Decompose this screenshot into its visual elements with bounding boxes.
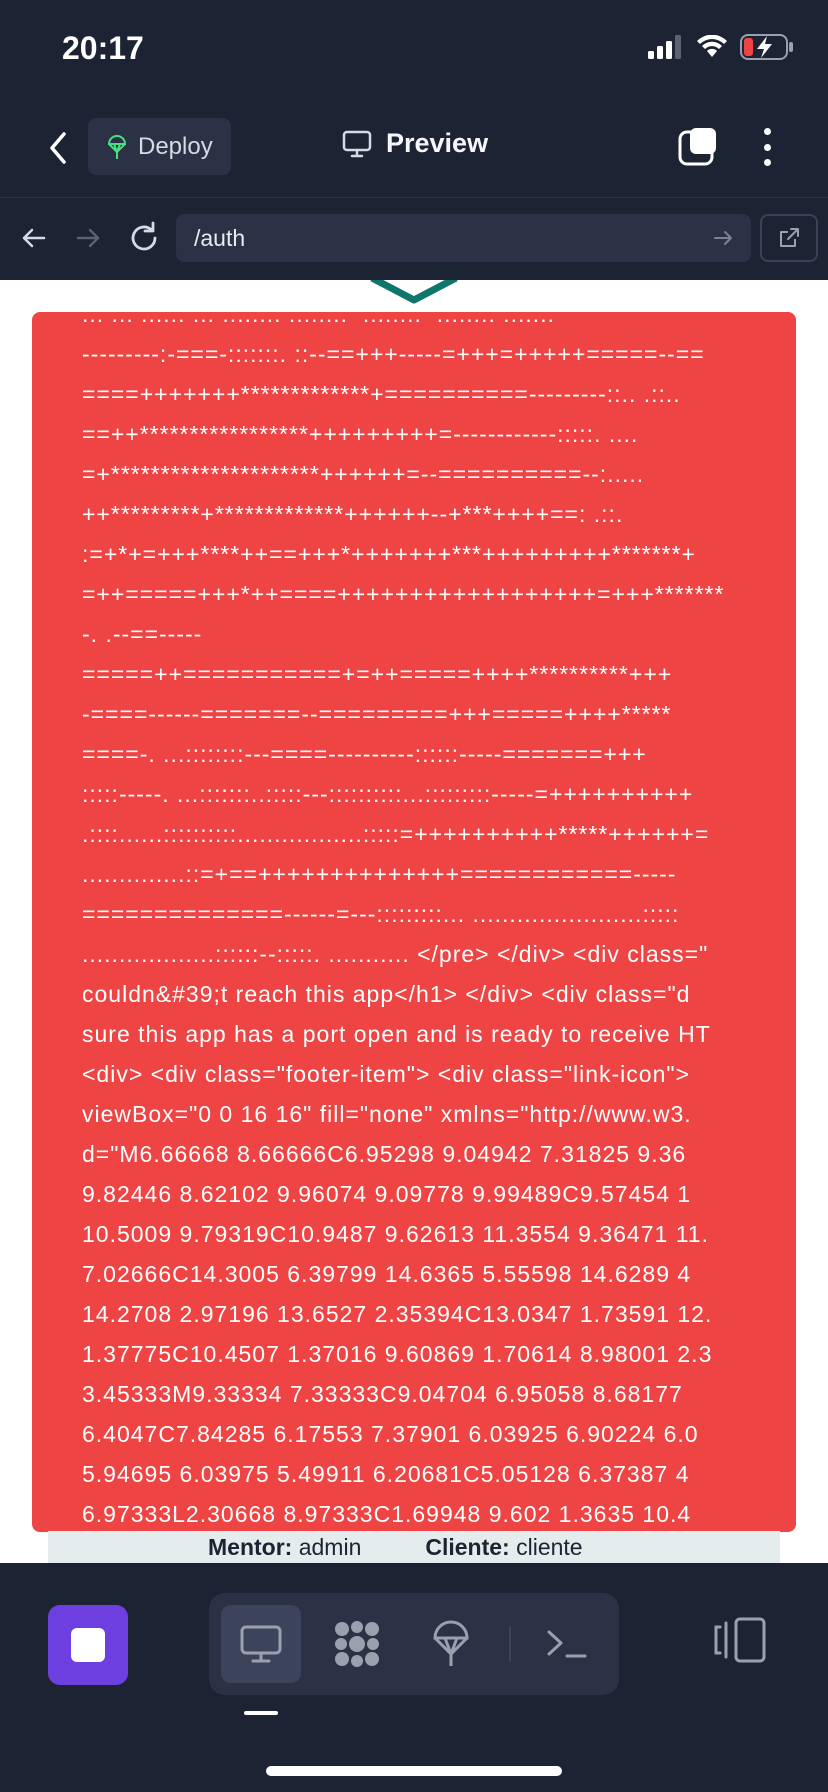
error-text-line: 5.94695 6.03975 5.49911 6.20681C5.05128 … — [82, 1461, 690, 1487]
error-text-line: 3.45333M9.33334 7.33333C9.04704 6.95058 … — [82, 1381, 683, 1407]
battery-charging-icon — [740, 34, 793, 60]
error-text-line: 10.5009 9.79319C10.9487 9.62613 11.3554 … — [82, 1221, 709, 1247]
error-text-line: 6.97333L2.30668 8.97333C1.69948 9.602 1.… — [82, 1501, 692, 1527]
error-text-line: -====------=======--=========+++=====+++… — [82, 701, 672, 727]
monitor-icon — [342, 130, 372, 157]
open-external-icon — [780, 228, 799, 247]
status-bar: 20:17 — [0, 0, 828, 100]
error-text-line: ..............::=+==++++++++++++++======… — [82, 861, 677, 887]
error-text-line: .:: .:: :::::: ::: :::::::. :::::::: ::.… — [82, 312, 555, 327]
logo-chevron-icon — [370, 280, 458, 304]
error-text-line: d="M6.66668 8.66666C6.95298 9.04942 7.31… — [82, 1141, 687, 1167]
error-overlay: .:: .:: :::::: ::: :::::::. :::::::: ::.… — [32, 312, 796, 1532]
stop-icon — [71, 1628, 105, 1662]
error-text-line: ++*********+*************++++++--+***+++… — [82, 501, 624, 527]
client-value: cliente — [516, 1533, 583, 1560]
error-text-line: -. .--==----- — [82, 621, 203, 647]
tool-workspace[interactable] — [317, 1605, 397, 1683]
error-text-line: viewBox="0 0 16 16" fill="none" xmlns="h… — [82, 1101, 692, 1127]
client-label: Cliente: — [425, 1533, 510, 1560]
signal-icon — [648, 35, 681, 59]
error-text-line: ---------:-===-:::::::. ::--==+++-----=+… — [82, 341, 705, 367]
url-text: /auth — [194, 224, 246, 251]
terminal-icon — [547, 1630, 587, 1658]
error-text-line: =+*********************++++++=--========… — [82, 461, 645, 487]
error-text-line: :::::-----. ...:::::::..:::::---::::::::… — [82, 781, 694, 807]
tool-preview[interactable] — [221, 1605, 301, 1683]
error-text-line: ====+++++++*************+==========-----… — [82, 381, 681, 407]
mentor-label: Mentor: — [208, 1533, 293, 1560]
error-text-line: .::::......::::::::::.................::… — [82, 821, 710, 847]
tool-deploy[interactable] — [411, 1605, 491, 1683]
panel-toggle-icon[interactable] — [712, 1615, 768, 1665]
preview-title: Preview — [342, 128, 488, 159]
mentor-value: admin — [298, 1533, 362, 1560]
url-field[interactable]: /auth — [176, 214, 751, 262]
error-text-line: sure this app has a port open and is rea… — [82, 1021, 711, 1047]
error-text-line: 14.2708 2.97196 13.6527 2.35394C13.0347 … — [82, 1301, 713, 1327]
error-text-line: 6.4047C7.84285 6.17553 7.37901 6.03925 6… — [82, 1421, 699, 1447]
tool-divider — [509, 1627, 511, 1661]
deploy-icon — [107, 134, 127, 159]
status-icons — [648, 34, 794, 60]
error-text-line: ..................::::::--:::::. .......… — [82, 941, 709, 967]
bottom-toolbar — [0, 1563, 828, 1792]
workspace-icon — [335, 1621, 379, 1667]
client-info: Cliente: cliente — [425, 1534, 582, 1561]
wifi-icon — [697, 35, 727, 57]
more-vertical-icon[interactable] — [752, 122, 782, 172]
deploy-icon — [433, 1620, 469, 1666]
browser-bar: /auth — [0, 198, 828, 280]
error-text-line: ====-. ...::::::::---====----------:::::… — [82, 741, 647, 767]
deploy-label: Deploy — [138, 132, 213, 160]
deploy-button[interactable]: Deploy — [88, 118, 231, 175]
error-text-line: =====++===========+=++=====++++*********… — [82, 661, 673, 687]
error-text-line: 1.37775C10.4507 1.37016 9.60869 1.70614 … — [82, 1341, 713, 1367]
open-external-button[interactable] — [760, 214, 818, 262]
error-text-line: ==++*****************+++++++++=---------… — [82, 421, 639, 447]
web-content[interactable]: .:: .:: :::::: ::: :::::::. :::::::: ::.… — [0, 280, 828, 1563]
error-text: .:: .:: :::::: ::: :::::::. :::::::: ::.… — [82, 312, 796, 1532]
app-header: Deploy Preview — [0, 100, 828, 198]
error-text-line: couldn&#39;t reach this app</h1> </div> … — [82, 981, 691, 1007]
tool-terminal[interactable] — [527, 1605, 607, 1683]
page-title: Preview — [386, 128, 489, 158]
tool-group — [209, 1593, 619, 1695]
reload-icon[interactable] — [124, 218, 164, 258]
forward-arrow-icon[interactable] — [68, 218, 108, 258]
go-arrow-icon[interactable] — [711, 226, 735, 250]
footer-strip: Mentor: admin Cliente: cliente — [48, 1531, 780, 1563]
back-chevron-icon[interactable] — [40, 126, 74, 170]
error-text-line: <div> <div class="footer-item"> <div cla… — [82, 1061, 690, 1087]
error-text-line: ==============------=---:::::::::... ...… — [82, 901, 680, 927]
home-indicator[interactable] — [266, 1766, 562, 1776]
back-arrow-icon[interactable] — [14, 218, 54, 258]
active-tab-indicator — [244, 1711, 278, 1715]
error-text-line: :=+*+=+++****++==+++*+++++++***+++++++++… — [82, 541, 696, 567]
error-text-line: 9.82446 8.62102 9.96074 9.09778 9.99489C… — [82, 1181, 692, 1207]
status-time: 20:17 — [62, 30, 144, 66]
error-text-line: =++=====+++*++====++++++++++++++++++=+++… — [82, 581, 725, 607]
monitor-icon — [240, 1625, 282, 1663]
error-text-line: 7.02666C14.3005 6.39799 14.6365 5.55598 … — [82, 1261, 692, 1287]
tabs-icon[interactable] — [678, 126, 718, 166]
stop-button[interactable] — [48, 1605, 128, 1685]
mentor-info: Mentor: admin — [208, 1534, 361, 1561]
